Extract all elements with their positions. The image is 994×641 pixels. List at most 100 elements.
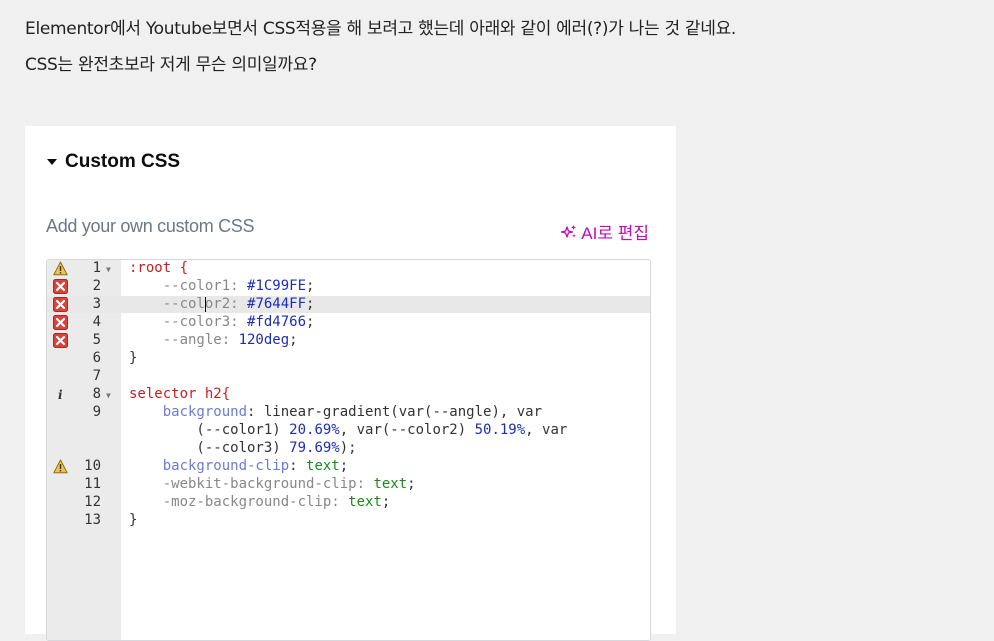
code-token: selector h2{ xyxy=(129,386,231,402)
svg-text:i: i xyxy=(58,388,63,402)
line-number: 13 xyxy=(84,512,101,528)
code-token: 20.69% xyxy=(289,422,340,438)
code-token: text xyxy=(373,476,408,492)
question-text: Elementor에서 Youtube보면서 CSS적용을 해 보려고 했는데 … xyxy=(25,11,985,83)
sparkle-icon xyxy=(561,224,577,238)
line-number: 4 xyxy=(92,314,101,330)
code-text: background: linear-gradient(var(--angle)… xyxy=(129,404,542,421)
code-row-9-wrap-2: (--color3) 79.69%); xyxy=(47,440,650,457)
code-row-6: } xyxy=(47,350,650,367)
gutter-row xyxy=(47,440,121,457)
code-token: text xyxy=(306,458,340,474)
code-token: #7644FF xyxy=(247,296,307,312)
code-row-12: -moz-background-clip: text; xyxy=(47,494,650,511)
line-number: 3 xyxy=(92,296,101,312)
caret-down-icon xyxy=(47,159,57,165)
code-row-5: --angle: 120deg; xyxy=(47,332,650,349)
gutter-row: 3 xyxy=(47,296,121,313)
ai-edit-button[interactable]: AI로 편집 xyxy=(560,219,649,244)
code-token: or2: xyxy=(204,296,248,312)
gutter-row: 10 xyxy=(47,458,121,475)
code-text: --angle: 120deg; xyxy=(129,332,298,349)
code-token: ; xyxy=(339,458,349,474)
code-token: ; xyxy=(407,476,416,492)
line-number: 8 xyxy=(92,386,101,402)
line-number: 9 xyxy=(92,404,101,420)
custom-css-description: Add your own custom CSS xyxy=(46,216,255,236)
code-token: --col xyxy=(129,296,205,312)
code-row-3: --color2: #7644FF; xyxy=(47,296,650,313)
code-text: :root { xyxy=(129,260,188,277)
code-row-9: background: linear-gradient(var(--angle)… xyxy=(47,404,650,421)
code-row-4: --color3: #fd4766; xyxy=(47,314,650,331)
warning-icon xyxy=(53,261,68,276)
error-icon xyxy=(53,315,68,330)
code-row-1: :root { xyxy=(47,260,650,277)
code-text: -moz-background-clip: text; xyxy=(129,494,391,511)
code-token: -moz-background-clip: xyxy=(129,494,349,510)
gutter-row: 11 xyxy=(47,476,121,493)
code-token: --color1: xyxy=(129,278,248,294)
section-title: Custom CSS xyxy=(65,151,181,172)
code-token: ; xyxy=(289,332,298,348)
code-token: (--color3) xyxy=(129,440,290,456)
editor-code-area[interactable]: :root { --color1: #1C99FE; --color2: #76… xyxy=(47,260,650,640)
css-code-editor[interactable]: :root { --color1: #1C99FE; --color2: #76… xyxy=(46,259,651,641)
warning-icon xyxy=(53,459,68,474)
line-number: 2 xyxy=(92,278,101,294)
code-row-2: --color1: #1C99FE; xyxy=(47,278,650,295)
code-text: -webkit-background-clip: text; xyxy=(129,476,416,493)
code-token: 79.69% xyxy=(289,440,340,456)
code-token: -webkit-background-clip: xyxy=(129,476,374,492)
code-text: } xyxy=(129,350,138,366)
code-token: ; xyxy=(381,494,391,510)
error-icon xyxy=(53,333,68,348)
gutter-row: 4 xyxy=(47,314,121,331)
code-row-10: background-clip: text; xyxy=(47,458,650,475)
line-number: 6 xyxy=(92,350,101,366)
code-text: } xyxy=(129,512,138,528)
fold-arrow-icon[interactable]: ▼ xyxy=(106,261,111,278)
code-token: : linear-gradient(var(--angle), var xyxy=(247,404,543,420)
line-number: 11 xyxy=(84,476,101,492)
line-number: 7 xyxy=(92,368,101,384)
code-text: (--color1) 20.69%, var(--color2) 50.19%,… xyxy=(129,422,567,439)
line-number: 10 xyxy=(84,458,101,474)
info-icon: i xyxy=(58,388,63,402)
code-token: :root { xyxy=(129,260,189,276)
code-token: #fd4766 xyxy=(247,314,307,330)
error-icon xyxy=(53,297,68,312)
code-token: ; xyxy=(306,296,315,312)
question-line-2: CSS는 완전초보라 저게 무슨 의미일까요? xyxy=(25,55,317,75)
code-token: ; xyxy=(306,314,315,330)
gutter-row: 9 xyxy=(47,404,121,421)
code-token: #1C99FE xyxy=(247,278,307,294)
code-token: background xyxy=(162,404,248,420)
fold-arrow-icon[interactable]: ▼ xyxy=(106,387,111,404)
code-token: --angle: xyxy=(129,332,239,348)
code-text: --color2: #7644FF; xyxy=(129,296,315,313)
gutter-row: 7 xyxy=(47,368,121,385)
code-row-11: -webkit-background-clip: text; xyxy=(47,476,650,493)
gutter-row xyxy=(47,422,121,439)
gutter-row: 2 xyxy=(47,278,121,295)
line-number: 1 xyxy=(92,260,101,276)
line-number: 12 xyxy=(84,494,101,510)
code-text: --color3: #fd4766; xyxy=(129,314,315,331)
code-token: background-clip xyxy=(162,458,290,474)
code-token: 120deg xyxy=(238,332,290,348)
question-line-1: Elementor에서 Youtube보면서 CSS적용을 해 보려고 했는데 … xyxy=(25,19,737,39)
gutter-row: 6 xyxy=(47,350,121,367)
custom-css-section-toggle[interactable]: Custom CSS xyxy=(47,150,180,174)
code-token: , var xyxy=(525,422,568,438)
code-token: , var(--color2) xyxy=(339,422,475,438)
line-number: 5 xyxy=(92,332,101,348)
gutter-row: 1 ▼ xyxy=(47,260,121,277)
gutter-row: 13 xyxy=(47,512,121,529)
code-text: selector h2{ xyxy=(129,386,230,403)
code-token: text xyxy=(348,494,382,510)
gutter-row: i 8 ▼ xyxy=(47,386,121,403)
code-token: (--color1) xyxy=(129,422,290,438)
